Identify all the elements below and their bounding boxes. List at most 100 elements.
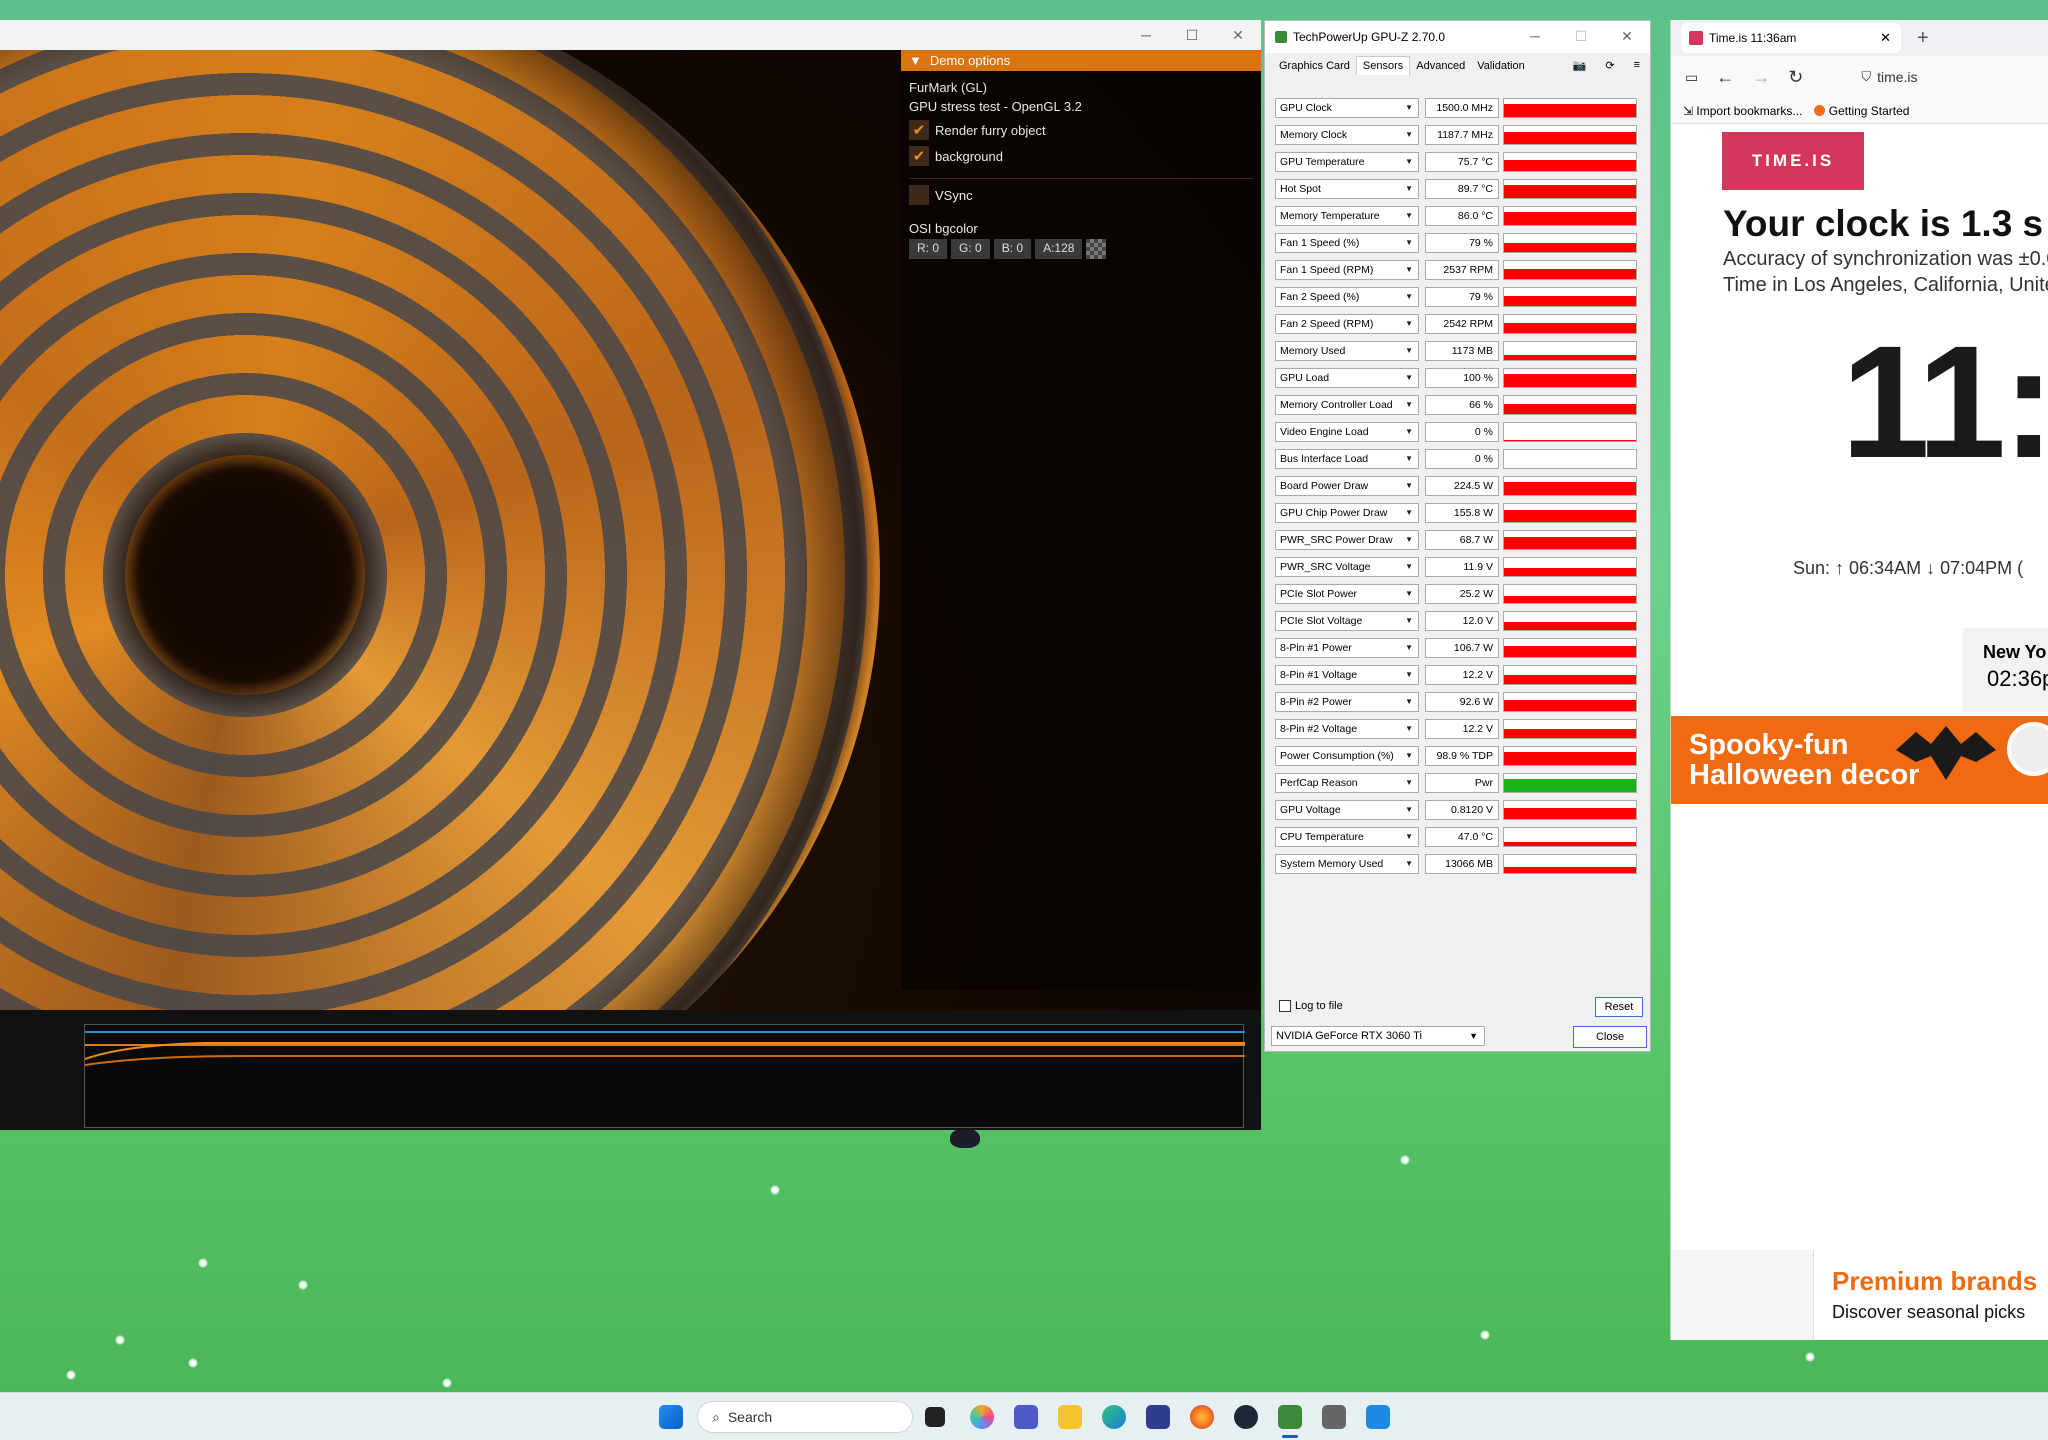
new-tab-icon[interactable]: + <box>1917 27 1929 50</box>
menu-icon[interactable]: ≡ <box>1628 56 1646 75</box>
browser-tab[interactable]: Time.is 11:36am ✕ <box>1681 23 1901 53</box>
a-field[interactable]: A:128 <box>1035 239 1083 259</box>
tab-sensors[interactable]: Sensors <box>1355 56 1411 75</box>
sensor-name-dropdown[interactable]: Memory Temperature ▼ <box>1275 206 1419 226</box>
log-to-file-checkbox[interactable] <box>1279 1000 1291 1012</box>
sensor-name-dropdown[interactable]: Video Engine Load ▼ <box>1275 422 1419 442</box>
sensor-name-dropdown[interactable]: GPU Load ▼ <box>1275 368 1419 388</box>
gpu-select-dropdown[interactable]: NVIDIA GeForce RTX 3060 Ti ▼ <box>1271 1026 1485 1046</box>
url-bar[interactable]: ⛉ time.is <box>1861 69 1917 85</box>
gpuz-taskbar-icon[interactable] <box>1278 1405 1302 1429</box>
copilot-icon[interactable] <box>970 1405 994 1429</box>
furmark-taskbar-icon[interactable] <box>1366 1405 1390 1429</box>
gpuz-app-icon <box>1275 31 1287 43</box>
back-icon[interactable]: ← <box>1716 67 1734 88</box>
sensor-name-dropdown[interactable]: CPU Temperature ▼ <box>1275 827 1419 847</box>
sensor-row: Memory Temperature ▼ 86.0 °C <box>1275 205 1647 227</box>
start-icon[interactable] <box>659 1405 683 1429</box>
b-field[interactable]: B: 0 <box>993 239 1032 259</box>
sensor-value: 66 % <box>1425 395 1499 415</box>
bookmark-import[interactable]: ⇲ Import bookmarks... <box>1683 104 1802 118</box>
close-icon[interactable]: ✕ <box>1604 21 1650 51</box>
sensor-value: 11.9 V <box>1425 557 1499 577</box>
forward-icon[interactable]: → <box>1752 67 1770 88</box>
chevron-down-icon: ▼ <box>1405 481 1413 490</box>
store-icon[interactable] <box>1146 1405 1170 1429</box>
sensor-name-dropdown[interactable]: 8-Pin #1 Voltage ▼ <box>1275 665 1419 685</box>
furmark-titlebar[interactable]: ─ ☐ ✕ <box>0 20 1261 50</box>
sensor-graph <box>1503 368 1637 388</box>
sensor-name-dropdown[interactable]: Memory Controller Load ▼ <box>1275 395 1419 415</box>
minimize-icon[interactable]: ─ <box>1123 20 1169 50</box>
sensor-name-dropdown[interactable]: PWR_SRC Voltage ▼ <box>1275 557 1419 577</box>
premium-brands-ad[interactable]: Premium brands Discover seasonal picks <box>1813 1250 2048 1340</box>
gift-app-icon[interactable] <box>1322 1405 1346 1429</box>
timeis-logo[interactable]: TIME.IS <box>1722 132 1864 190</box>
sensor-name-dropdown[interactable]: Fan 1 Speed (%) ▼ <box>1275 233 1419 253</box>
sensor-name-dropdown[interactable]: System Memory Used ▼ <box>1275 854 1419 874</box>
sidebar-icon[interactable]: ▭ <box>1685 69 1698 86</box>
sensor-name: Fan 1 Speed (RPM) <box>1280 264 1374 276</box>
background-checkbox[interactable]: ✔ background <box>901 146 1261 166</box>
sensor-name-dropdown[interactable]: GPU Clock ▼ <box>1275 98 1419 118</box>
sensor-name-dropdown[interactable]: Memory Clock ▼ <box>1275 125 1419 145</box>
sensor-name-dropdown[interactable]: GPU Temperature ▼ <box>1275 152 1419 172</box>
sensor-name-dropdown[interactable]: PerfCap Reason ▼ <box>1275 773 1419 793</box>
sensor-name-dropdown[interactable]: Fan 2 Speed (%) ▼ <box>1275 287 1419 307</box>
sensor-name-dropdown[interactable]: Fan 2 Speed (RPM) ▼ <box>1275 314 1419 334</box>
sensor-name-dropdown[interactable]: 8-Pin #1 Power ▼ <box>1275 638 1419 658</box>
sensor-name-dropdown[interactable]: 8-Pin #2 Power ▼ <box>1275 692 1419 712</box>
teams-icon[interactable] <box>1014 1405 1038 1429</box>
camera-icon[interactable]: 📷 <box>1567 56 1593 75</box>
sensor-name-dropdown[interactable]: Power Consumption (%) ▼ <box>1275 746 1419 766</box>
taskbar-search[interactable]: ⌕ Search <box>697 1401 913 1433</box>
new-york-clock[interactable]: New Yo 02:36p <box>1963 628 2048 712</box>
gpuz-tabs: Graphics Card Sensors Advanced Validatio… <box>1265 53 1650 75</box>
file-explorer-icon[interactable] <box>1058 1405 1082 1429</box>
sensor-name-dropdown[interactable]: Hot Spot ▼ <box>1275 179 1419 199</box>
tab-validation[interactable]: Validation <box>1471 57 1531 75</box>
sensor-name-dropdown[interactable]: PCIe Slot Power ▼ <box>1275 584 1419 604</box>
active-app-indicator <box>1282 1435 1298 1438</box>
sensor-name-dropdown[interactable]: Bus Interface Load ▼ <box>1275 449 1419 469</box>
sensor-name-dropdown[interactable]: Board Power Draw ▼ <box>1275 476 1419 496</box>
edge-icon[interactable] <box>1102 1405 1126 1429</box>
maximize-icon[interactable]: ☐ <box>1558 21 1604 51</box>
bookmark-getting-started[interactable]: Getting Started <box>1814 104 1909 118</box>
browser-tabbar: Time.is 11:36am ✕ + <box>1671 20 2048 56</box>
maximize-icon[interactable]: ☐ <box>1169 20 1215 50</box>
render-furry-checkbox[interactable]: ✔ Render furry object <box>901 120 1261 140</box>
refresh-icon[interactable]: ⟳ <box>1599 56 1620 75</box>
sensor-name-dropdown[interactable]: PCIe Slot Voltage ▼ <box>1275 611 1419 631</box>
steam-icon[interactable] <box>1234 1405 1258 1429</box>
sensor-row: Fan 1 Speed (%) ▼ 79 % <box>1275 232 1647 254</box>
sensor-value: 92.6 W <box>1425 692 1499 712</box>
sensor-row: GPU Load ▼ 100 % <box>1275 367 1647 389</box>
g-field[interactable]: G: 0 <box>951 239 990 259</box>
sensor-name-dropdown[interactable]: GPU Chip Power Draw ▼ <box>1275 503 1419 523</box>
halloween-ad-banner[interactable]: Spooky-fun Halloween decor <box>1671 716 2048 804</box>
sensor-name-dropdown[interactable]: PWR_SRC Power Draw ▼ <box>1275 530 1419 550</box>
firefox-icon[interactable] <box>1190 1405 1214 1429</box>
location-line[interactable]: Time in Los Angeles, California, Unite <box>1723 274 2048 297</box>
task-view-icon[interactable] <box>925 1407 945 1427</box>
vsync-checkbox[interactable]: VSync <box>901 185 1261 205</box>
demo-options-header[interactable]: ▼ Demo options <box>901 50 1261 71</box>
reset-button[interactable]: Reset <box>1595 997 1643 1017</box>
tab-graphics-card[interactable]: Graphics Card <box>1273 57 1356 75</box>
close-icon[interactable]: ✕ <box>1215 20 1261 50</box>
sensor-name-dropdown[interactable]: Fan 1 Speed (RPM) ▼ <box>1275 260 1419 280</box>
minimize-icon[interactable]: ─ <box>1512 21 1558 51</box>
gpuz-titlebar[interactable]: TechPowerUp GPU-Z 2.70.0 ─ ☐ ✕ <box>1265 21 1650 53</box>
sensor-name-dropdown[interactable]: GPU Voltage ▼ <box>1275 800 1419 820</box>
r-field[interactable]: R: 0 <box>909 239 948 259</box>
color-swatch[interactable] <box>1086 239 1107 259</box>
reload-icon[interactable]: ↻ <box>1788 67 1803 88</box>
close-tab-icon[interactable]: ✕ <box>1880 30 1891 46</box>
chevron-down-icon: ▼ <box>1405 130 1413 139</box>
tab-advanced[interactable]: Advanced <box>1410 57 1471 75</box>
sensor-name-dropdown[interactable]: Memory Used ▼ <box>1275 341 1419 361</box>
sensor-name-dropdown[interactable]: 8-Pin #2 Voltage ▼ <box>1275 719 1419 739</box>
chevron-down-icon: ▼ <box>1405 724 1413 733</box>
close-button[interactable]: Close <box>1573 1026 1647 1048</box>
